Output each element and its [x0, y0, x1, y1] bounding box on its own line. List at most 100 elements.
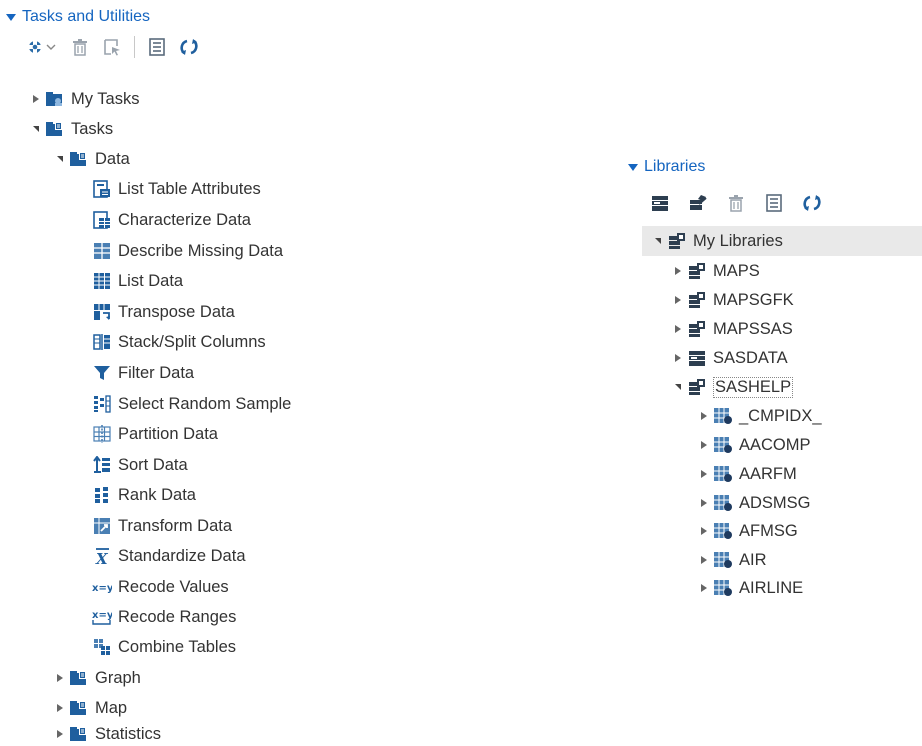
- library-icon: [687, 378, 707, 396]
- task-transpose-data[interactable]: Transpose Data: [92, 297, 235, 327]
- library-sashelp[interactable]: SASHELP: [672, 372, 794, 402]
- expand-icon[interactable]: [54, 701, 66, 715]
- task-standardize-data[interactable]: X Standardize Data: [92, 541, 246, 571]
- expand-icon[interactable]: [30, 92, 42, 106]
- svg-text:X: X: [95, 550, 109, 565]
- library-details-button[interactable]: [762, 192, 786, 214]
- tasks-section-title: Tasks and Utilities: [22, 8, 151, 25]
- task-select-random-sample[interactable]: Select Random Sample: [92, 389, 291, 419]
- task-characterize-data[interactable]: Characterize Data: [92, 205, 251, 235]
- refresh-icon: [180, 39, 198, 55]
- expand-icon[interactable]: [672, 322, 684, 336]
- expand-icon[interactable]: [698, 467, 710, 481]
- caret-down-icon: [628, 163, 638, 171]
- library-icon: [687, 349, 707, 367]
- recode-ranges-icon: x=y: [92, 608, 112, 626]
- expand-icon[interactable]: [672, 351, 684, 365]
- data-table-icon: [713, 522, 733, 540]
- refresh-button[interactable]: [177, 36, 201, 58]
- properties-button[interactable]: [100, 36, 124, 58]
- tree-node-graph[interactable]: Graph: [54, 663, 141, 693]
- table-aacomp[interactable]: AACOMP: [698, 430, 811, 460]
- filter-icon: [92, 364, 112, 382]
- task-label: Combine Tables: [118, 637, 237, 656]
- task-label: Partition Data: [118, 424, 218, 443]
- expand-icon[interactable]: [698, 581, 710, 595]
- task-describe-missing-data[interactable]: Describe Missing Data: [92, 236, 283, 266]
- task-partition-data[interactable]: Partition Data: [92, 419, 218, 449]
- task-sort-data[interactable]: Sort Data: [92, 450, 188, 480]
- library-mapsgfk[interactable]: MAPSGFK: [672, 285, 794, 315]
- tasks-section-header[interactable]: Tasks and Utilities: [6, 8, 150, 26]
- task-recode-values[interactable]: x=y Recode Values: [92, 572, 229, 602]
- partition-icon: [92, 425, 112, 443]
- task-rank-data[interactable]: Rank Data: [92, 480, 196, 510]
- expand-icon[interactable]: [698, 409, 710, 423]
- standardize-icon: X: [92, 547, 112, 565]
- missing-data-icon: [92, 242, 112, 260]
- tasks-folder-icon: [45, 120, 65, 138]
- tree-node-my-libraries[interactable]: My Libraries: [642, 226, 922, 256]
- library-properties-button[interactable]: [686, 192, 710, 214]
- collapse-icon[interactable]: [652, 234, 664, 248]
- tree-node-label: Statistics: [95, 724, 162, 743]
- table-label: AIR: [739, 550, 767, 569]
- task-label: Characterize Data: [118, 210, 251, 229]
- task-filter-data[interactable]: Filter Data: [92, 358, 194, 388]
- expand-icon[interactable]: [54, 727, 66, 741]
- table-airline[interactable]: AIRLINE: [698, 573, 803, 603]
- tree-node-label: Tasks: [71, 119, 114, 138]
- library-delete-button[interactable]: [724, 192, 748, 214]
- task-recode-ranges[interactable]: x=y Recode Ranges: [92, 602, 236, 632]
- svg-text:x=y: x=y: [92, 583, 112, 594]
- new-task-button[interactable]: [26, 36, 60, 58]
- expand-icon[interactable]: [698, 524, 710, 538]
- tree-node-map[interactable]: Map: [54, 693, 127, 723]
- task-label: Describe Missing Data: [118, 241, 284, 260]
- combine-tables-icon: [92, 638, 112, 656]
- sort-icon: [92, 456, 112, 474]
- library-maps[interactable]: MAPS: [672, 256, 760, 286]
- tree-node-label: Map: [95, 698, 128, 717]
- table-afmsg[interactable]: AFMSG: [698, 516, 798, 546]
- task-list-table-attributes[interactable]: List Table Attributes: [92, 174, 261, 204]
- task-label: List Table Attributes: [118, 179, 261, 198]
- my-tasks-folder-icon: [45, 90, 65, 108]
- table-air[interactable]: AIR: [698, 545, 767, 575]
- task-label: Transpose Data: [118, 302, 235, 321]
- task-stack-split-columns[interactable]: Stack/Split Columns: [92, 327, 266, 357]
- task-label: Stack/Split Columns: [118, 332, 266, 351]
- library-sasdata[interactable]: SASDATA: [672, 343, 788, 373]
- new-library-button[interactable]: [648, 192, 672, 214]
- table-cmpidx[interactable]: _CMPIDX_: [698, 401, 822, 431]
- random-sample-icon: [92, 395, 112, 413]
- tree-node-data[interactable]: Data: [54, 144, 130, 174]
- tree-node-tasks[interactable]: Tasks: [30, 114, 113, 144]
- task-combine-tables[interactable]: Combine Tables: [92, 632, 236, 662]
- table-adsmsg[interactable]: ADSMSG: [698, 488, 811, 518]
- libraries-panel: Libraries My Libraries MAPS MAPSGFK MAPS…: [620, 150, 922, 610]
- collapse-icon[interactable]: [30, 122, 42, 136]
- task-list-data[interactable]: List Data: [92, 266, 183, 296]
- expand-icon[interactable]: [698, 438, 710, 452]
- tree-node-statistics[interactable]: Statistics: [54, 722, 161, 746]
- recode-values-icon: x=y: [92, 578, 112, 596]
- table-aarfm[interactable]: AARFM: [698, 459, 797, 489]
- details-button[interactable]: [145, 36, 169, 58]
- tree-node-my-tasks[interactable]: My Tasks: [30, 84, 139, 114]
- expand-icon[interactable]: [698, 496, 710, 510]
- library-refresh-button[interactable]: [800, 192, 824, 214]
- library-mapssas[interactable]: MAPSSAS: [672, 314, 793, 344]
- expand-icon[interactable]: [672, 293, 684, 307]
- collapse-icon[interactable]: [672, 380, 684, 394]
- delete-button[interactable]: [68, 36, 92, 58]
- expand-icon[interactable]: [672, 264, 684, 278]
- libraries-section-header[interactable]: Libraries: [628, 158, 705, 176]
- task-transform-data[interactable]: Transform Data: [92, 511, 232, 541]
- expand-icon[interactable]: [698, 553, 710, 567]
- collapse-icon[interactable]: [54, 152, 66, 166]
- expand-icon[interactable]: [54, 671, 66, 685]
- library-label: SASHELP: [713, 376, 794, 398]
- details-icon: [766, 194, 782, 212]
- library-label: SASDATA: [713, 348, 788, 367]
